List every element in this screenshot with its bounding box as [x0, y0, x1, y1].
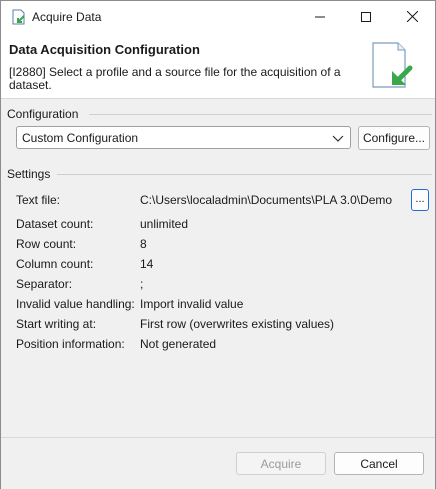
acquire-button[interactable]: Acquire [236, 452, 326, 475]
title-bar[interactable]: Acquire Data [1, 1, 435, 32]
separator-value: ; [140, 277, 144, 291]
settings-group-label: Settings [7, 167, 55, 181]
row-count-label: Row count: [16, 237, 77, 251]
dataset-count-label: Dataset count: [16, 217, 94, 231]
start-writing-value: First row (overwrites existing values) [140, 317, 335, 331]
window-title: Acquire Data [32, 10, 102, 24]
header-title: Data Acquisition Configuration [9, 42, 200, 57]
text-file-label: Text file: [16, 193, 61, 207]
invalid-value-handling-value: Import invalid value [140, 297, 244, 311]
configuration-select[interactable]: Custom Configuration [16, 126, 351, 149]
start-writing-label: Start writing at: [16, 317, 97, 331]
dialog-header: Data Acquisition Configuration [I2880] S… [1, 32, 435, 99]
column-count-value: 14 [140, 257, 154, 271]
acquire-data-dialog: Acquire Data Data Acquisition Configurat… [0, 0, 436, 489]
configuration-group-label: Configuration [7, 107, 83, 121]
position-information-label: Position information: [16, 337, 125, 351]
row-count-value: 8 [140, 237, 147, 251]
configuration-select-value: Custom Configuration [22, 131, 139, 145]
cancel-button[interactable]: Cancel [334, 452, 424, 475]
maximize-icon [361, 11, 371, 22]
position-information-value: Not generated [140, 337, 217, 351]
close-icon [406, 11, 418, 22]
acquire-data-icon [11, 9, 27, 25]
minimize-icon [315, 16, 325, 17]
browse-button[interactable]: ... [411, 189, 429, 211]
dataset-count-value: unlimited [140, 217, 189, 231]
minimize-button[interactable] [297, 1, 343, 32]
maximize-button[interactable] [343, 1, 389, 32]
separator-label: Separator: [16, 277, 73, 291]
text-file-path[interactable]: C:\Users\localadmin\Documents\PLA 3.0\De… [140, 193, 406, 211]
header-description: [I2880] Select a profile and a source fi… [9, 65, 341, 92]
column-count-label: Column count: [16, 257, 94, 271]
invalid-value-handling-label: Invalid value handling: [16, 297, 135, 311]
close-button[interactable] [389, 1, 435, 32]
chevron-down-icon [332, 132, 344, 144]
configure-button[interactable]: Configure... [358, 126, 430, 150]
settings-group-divider [57, 174, 432, 175]
document-import-icon [370, 41, 414, 91]
configuration-group-divider [89, 114, 432, 115]
